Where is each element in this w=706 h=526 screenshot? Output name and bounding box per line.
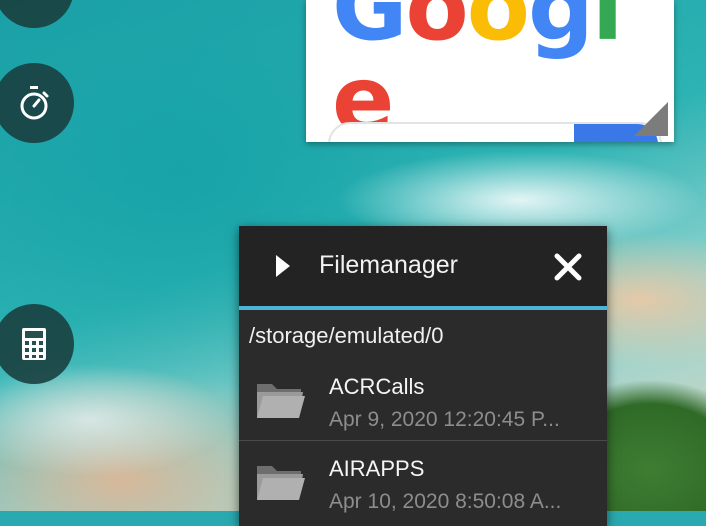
filemanager-header: Filemanager: [239, 226, 607, 310]
current-path: /storage/emulated/0: [249, 323, 444, 348]
close-button[interactable]: [551, 250, 585, 284]
close-icon: [554, 253, 582, 281]
logo-letter: g: [527, 0, 594, 61]
filemanager-window: Filemanager /storage/emulated/0 ACRCalls…: [239, 226, 607, 526]
list-item[interactable]: ACRCalls Apr 9, 2020 12:20:45 P...: [239, 360, 607, 441]
list-item[interactable]: AIRAPPS Apr 10, 2020 8:50:08 A...: [239, 442, 607, 522]
calculator-icon: [22, 328, 46, 360]
google-logo: Google: [332, 0, 674, 142]
item-name: AIRAPPS: [329, 456, 425, 481]
resize-handle[interactable]: [634, 102, 668, 136]
timer-icon: [20, 86, 49, 120]
logo-letter: o: [466, 0, 530, 61]
folder-icon: [257, 466, 305, 500]
google-search-widget[interactable]: Google: [306, 0, 674, 142]
filemanager-title: Filemanager: [319, 251, 458, 279]
logo-letter: o: [405, 0, 469, 61]
item-date: Apr 9, 2020 12:20:45 P...: [329, 408, 560, 431]
item-name: ACRCalls: [329, 374, 425, 399]
folder-icon: [257, 384, 305, 418]
item-date: Apr 10, 2020 8:50:08 A...: [329, 490, 562, 513]
logo-letter: l: [591, 0, 624, 61]
expand-button[interactable]: [271, 252, 295, 280]
play-arrow-icon: [276, 255, 290, 277]
